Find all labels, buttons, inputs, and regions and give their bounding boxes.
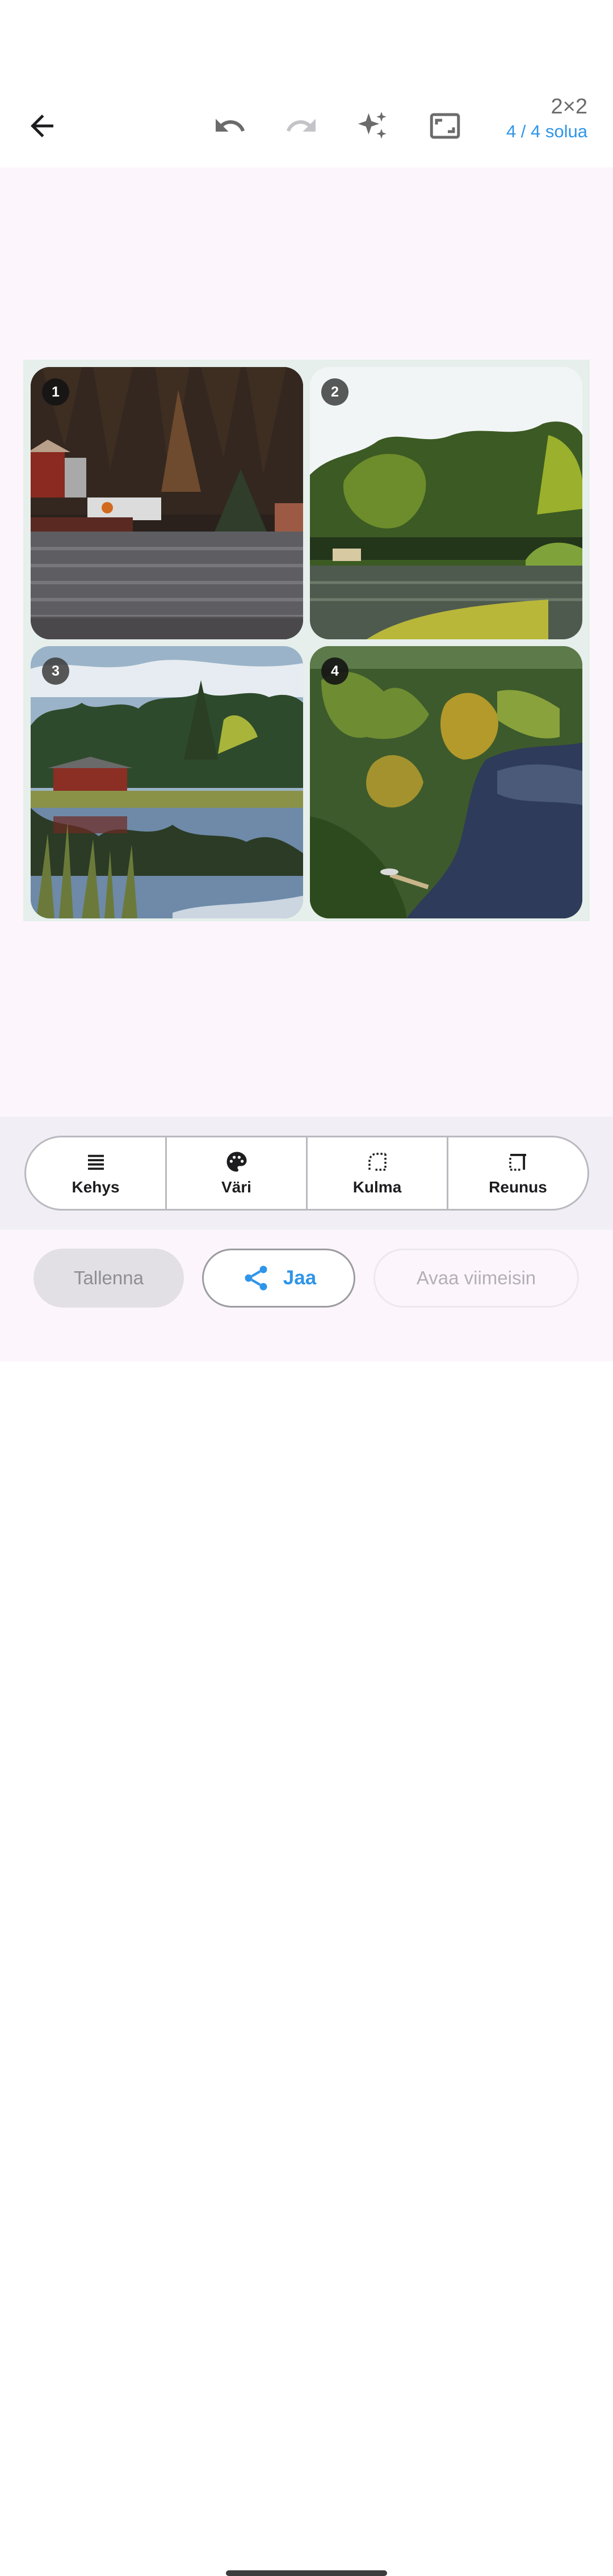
cell-number-badge: 1: [42, 378, 69, 406]
collage-cell-4[interactable]: 4: [310, 646, 582, 918]
tool-segmented-control: Kehys Väri Kulma Reunus: [24, 1136, 589, 1211]
tool-frame-button[interactable]: Kehys: [26, 1137, 167, 1209]
tool-border-button[interactable]: Reunus: [448, 1137, 587, 1209]
action-bar: Tallenna Jaa Avaa viimeisin: [0, 1230, 613, 2576]
open-recent-button[interactable]: Avaa viimeisin: [373, 1249, 579, 1308]
photo-red-barn-reflection: [31, 646, 303, 918]
grid-size-label: 2×2: [551, 95, 587, 119]
cell-number-badge: 4: [321, 657, 349, 685]
collage-cell-2[interactable]: 2: [310, 367, 582, 639]
aspect-ratio-icon: [430, 113, 460, 139]
grid-info: 2×2 4 / 4 solua: [506, 95, 587, 142]
border-icon: [509, 1154, 526, 1171]
share-label: Jaa: [283, 1267, 317, 1289]
back-button[interactable]: [14, 98, 70, 154]
sparkle-icon: [358, 112, 387, 139]
photo-lake-green-trees: [310, 367, 582, 639]
redo-button[interactable]: [273, 98, 330, 154]
tool-label: Kehys: [72, 1178, 120, 1196]
top-toolbar: 2×2 4 / 4 solua: [0, 85, 613, 167]
aspect-ratio-button[interactable]: [417, 98, 473, 154]
rounded-corner-icon: [368, 1153, 387, 1171]
collage-cell-1[interactable]: 1: [31, 367, 303, 639]
tool-color-button[interactable]: Väri: [167, 1137, 308, 1209]
undo-icon: [216, 119, 245, 132]
home-indicator[interactable]: [226, 2570, 387, 2576]
palette-icon: [226, 1152, 246, 1172]
cell-number-badge: 3: [42, 657, 69, 685]
undo-button[interactable]: [201, 98, 258, 154]
tool-label: Reunus: [489, 1178, 547, 1196]
collage-cell-3[interactable]: 3: [31, 646, 303, 918]
tools-bar: Kehys Väri Kulma Reunus: [0, 1116, 613, 1230]
auto-enhance-button[interactable]: [345, 98, 401, 154]
photo-lake-shore-boathouse: [31, 367, 303, 639]
photo-aerial-forest-lake: [310, 646, 582, 918]
cells-count-label: 4 / 4 solua: [506, 121, 587, 141]
save-button[interactable]: Tallenna: [33, 1249, 184, 1308]
tool-corner-button[interactable]: Kulma: [308, 1137, 448, 1209]
share-button[interactable]: Jaa: [202, 1249, 355, 1308]
frame-lines-icon: [87, 1154, 104, 1170]
status-bar-area: [0, 0, 613, 85]
arrow-left-icon: [31, 115, 53, 137]
tool-label: Kulma: [352, 1178, 402, 1196]
collage-frame: 1 2 3 4: [23, 360, 590, 921]
tool-label: Väri: [221, 1178, 251, 1196]
redo-icon: [286, 119, 316, 132]
cell-number-badge: 2: [321, 378, 349, 406]
share-icon: [245, 1266, 267, 1291]
collage-canvas: 1 2 3 4: [0, 167, 613, 1116]
